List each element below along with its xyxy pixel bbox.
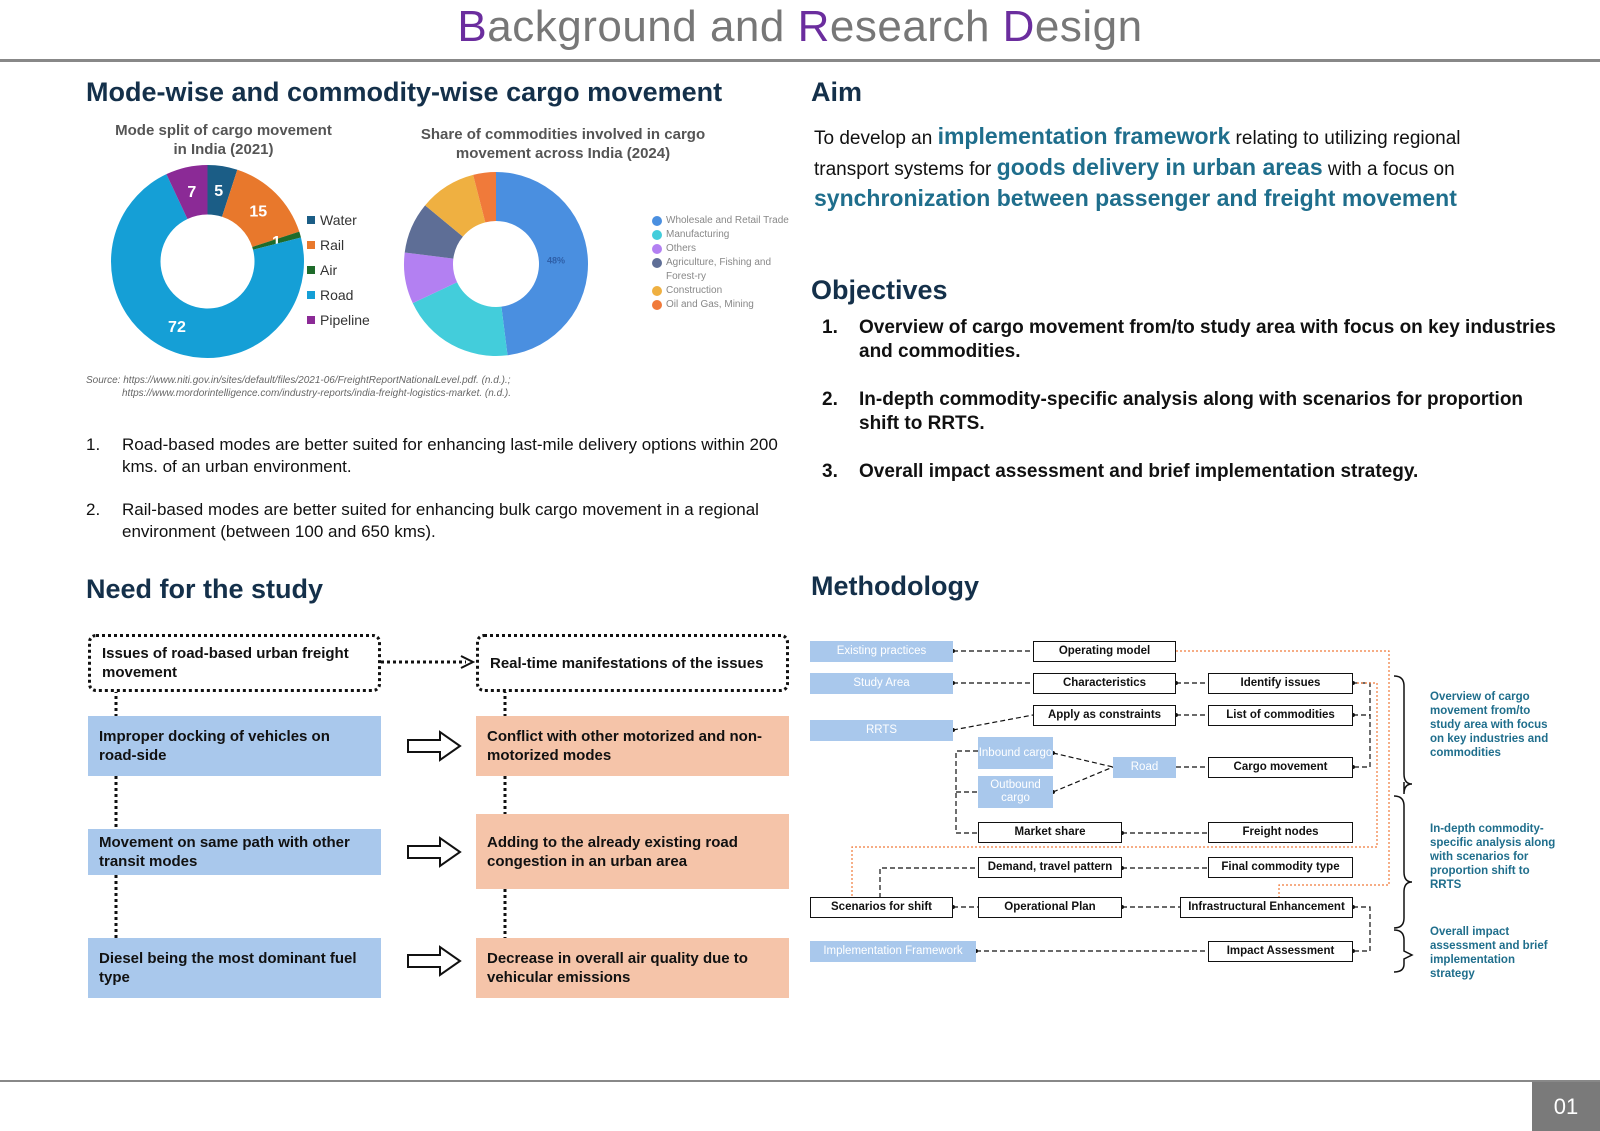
method-input-road: Road — [1113, 757, 1176, 778]
method-input-inbound: Inbound cargo — [978, 737, 1053, 769]
method-input-study-area: Study Area — [810, 673, 953, 694]
method-step-cargo-movement: Cargo movement — [1208, 757, 1353, 778]
method-note-2: In-depth commodity-specific analysis alo… — [1430, 823, 1556, 891]
method-step-characteristics: Characteristics — [1033, 673, 1176, 694]
method-input-implementation-framework: Implementation Framework — [810, 941, 976, 962]
method-connector — [1052, 752, 1114, 768]
footer-divider — [0, 1080, 1600, 1082]
method-step-impact-assessment: Impact Assessment — [1208, 941, 1353, 962]
method-connector — [1353, 906, 1371, 952]
bracket-icon — [1393, 929, 1414, 973]
bracket-icon — [1393, 795, 1413, 929]
method-input-outbound: Outbound cargo — [978, 776, 1053, 808]
method-note-1: Overview of cargo movement from/to study… — [1430, 691, 1549, 759]
method-step-operating-model: Operating model — [1033, 641, 1176, 662]
method-step-market-share: Market share — [978, 822, 1122, 843]
method-step-operational-plan: Operational Plan — [978, 897, 1122, 918]
method-connector — [1353, 682, 1371, 768]
bracket-icon — [1393, 675, 1413, 795]
page-number: 01 — [1532, 1082, 1600, 1131]
method-step-apply-constraints: Apply as constraints — [1033, 705, 1176, 726]
method-input-rrts: RRTS — [810, 720, 953, 741]
method-step-freight-nodes: Freight nodes — [1208, 822, 1353, 843]
methodology-connectors — [851, 649, 1414, 973]
method-step-final-commodity: Final commodity type — [1208, 857, 1353, 878]
method-connector — [952, 714, 1034, 731]
method-connector — [1052, 766, 1114, 793]
method-input-existing-practices: Existing practices — [810, 641, 953, 662]
method-step-demand-pattern: Demand, travel pattern — [978, 857, 1122, 878]
method-step-scenarios-shift: Scenarios for shift — [810, 897, 953, 918]
method-step-identify-issues: Identify issues — [1208, 673, 1353, 694]
method-step-list-commodities: List of commodities — [1208, 705, 1353, 726]
method-note-3: Overall impact assessment and brief impl… — [1430, 926, 1548, 980]
method-step-infra-enhancement: Infrastructural Enhancement — [1180, 897, 1353, 918]
